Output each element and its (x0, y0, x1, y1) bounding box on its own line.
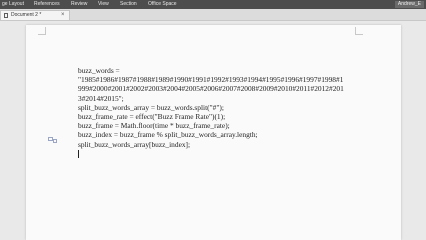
menu-review[interactable]: Review (71, 0, 87, 9)
menu-references[interactable]: References (34, 0, 60, 9)
user-account[interactable]: Andrew_E (394, 1, 424, 8)
text-line: 999#2000#2001#2002#2003#2004#2005#2006#2… (78, 84, 344, 94)
text-line: 3#2014#2015"; (78, 93, 124, 103)
cursor-line[interactable] (78, 149, 358, 158)
margin-corner-marker (38, 27, 46, 35)
document-tab[interactable]: Document 2 * × (0, 10, 70, 20)
text-line: buzz_frame_rate = effect("Buzz Frame Rat… (78, 111, 226, 121)
text-line: buzz_words = (78, 66, 120, 75)
text-cursor (78, 149, 79, 158)
close-icon[interactable]: × (61, 11, 65, 20)
menu-bar: ge Layout References Review View Section… (0, 0, 426, 9)
menu-page-layout[interactable]: ge Layout (2, 0, 24, 9)
document-icon (4, 13, 8, 18)
document-tab-title: Document 2 * (11, 12, 42, 18)
document-body[interactable]: buzz_words = "1985#1986#1987#1988#1989#1… (78, 66, 358, 158)
paragraph-handle-icon[interactable] (48, 137, 57, 143)
text-line: split_buzz_words_array[buzz_index]; (78, 139, 191, 149)
menu-section[interactable]: Section (120, 0, 137, 9)
document-tab-bar: Document 2 * × (0, 9, 426, 21)
margin-corner-marker (355, 27, 363, 35)
text-line: buzz_index = buzz_frame % split_buzz_wor… (78, 130, 258, 140)
text-line: buzz_frame = Math.floor(time * buzz_fram… (78, 121, 230, 131)
text-line: split_buzz_words_array = buzz_words.spli… (78, 102, 224, 112)
text-line: "1985#1986#1987#1988#1989#1990#1991#1992… (78, 75, 344, 85)
menu-view[interactable]: View (98, 0, 109, 9)
menu-office-space[interactable]: Office Space (148, 0, 177, 9)
